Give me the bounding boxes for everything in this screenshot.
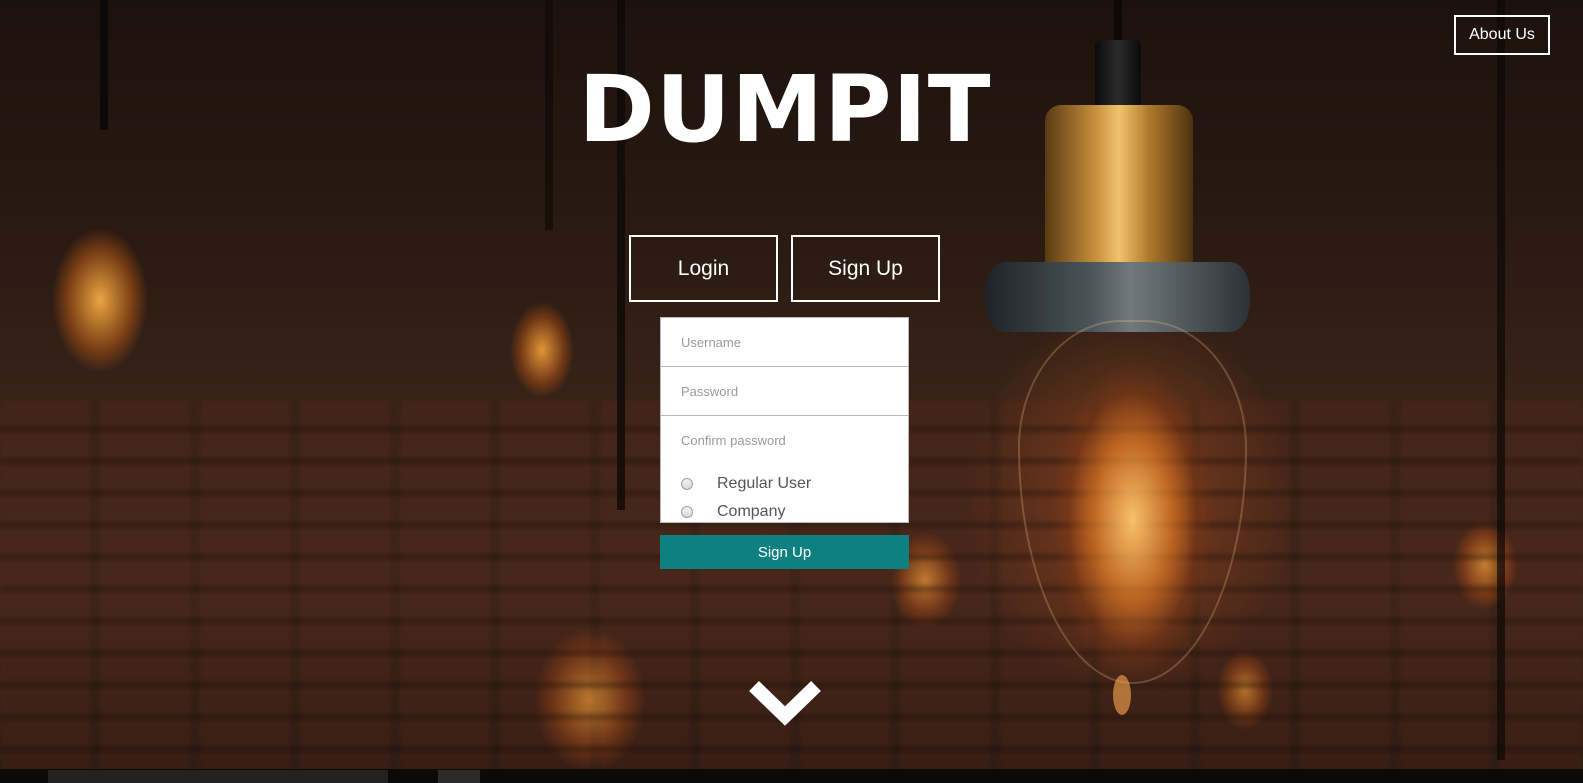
- radio-label-regular-user: Regular User: [717, 475, 812, 492]
- password-input[interactable]: [660, 366, 909, 416]
- brand-title: DUMPIT: [578, 56, 992, 163]
- lamp-socket-brass: [1045, 105, 1193, 270]
- radio-label-company: Company: [717, 503, 786, 520]
- account-type-group: Regular User Company: [660, 464, 909, 523]
- lamp-cord: [100, 0, 108, 130]
- taskbar-item: [438, 770, 480, 783]
- about-us-button[interactable]: About Us: [1454, 15, 1550, 55]
- username-input[interactable]: [660, 317, 909, 367]
- chevron-down-icon[interactable]: [748, 672, 822, 732]
- tab-login[interactable]: Login: [629, 235, 778, 302]
- radio-company[interactable]: [681, 506, 693, 518]
- lamp-cord: [1497, 0, 1505, 760]
- lamp-socket-icon: [1095, 40, 1141, 110]
- tab-sign-up[interactable]: Sign Up: [791, 235, 940, 302]
- confirm-password-input[interactable]: [660, 415, 909, 465]
- account-type-regular-user[interactable]: Regular User: [661, 470, 908, 498]
- sign-up-submit-button[interactable]: Sign Up: [660, 535, 909, 569]
- signup-form: Regular User Company: [660, 317, 909, 523]
- bulb-tip: [1113, 675, 1131, 715]
- hero-background: About Us DUMPIT Login Sign Up Regular Us…: [0, 0, 1583, 783]
- radio-regular-user[interactable]: [681, 478, 693, 490]
- taskbar-item: [48, 770, 388, 783]
- account-type-company[interactable]: Company: [661, 498, 908, 526]
